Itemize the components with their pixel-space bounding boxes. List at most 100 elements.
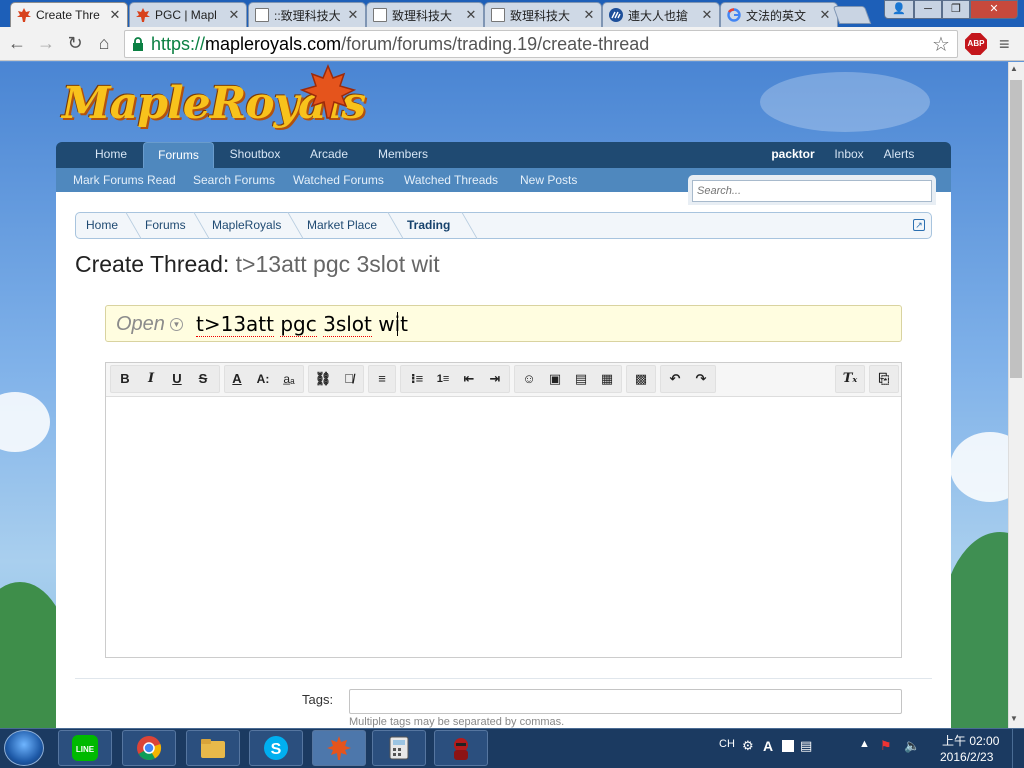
nav-alerts[interactable]: Alerts [876,142,922,168]
back-arrow-icon[interactable]: ← [6,32,28,54]
svg-text:LINE: LINE [76,745,95,754]
bullet-list-icon[interactable]: ⁝≡ [406,369,428,389]
home-icon[interactable]: ⌂ [93,32,115,54]
restore-button[interactable]: ❐ [942,0,970,19]
media-icon[interactable]: ▤ [570,369,592,389]
close-icon[interactable]: ✕ [581,7,597,23]
prefix-dropdown[interactable]: Open [116,313,165,336]
nav-members[interactable]: Members [370,142,436,168]
tab-pgc[interactable]: PGC | Mapl ✕ [129,2,247,27]
clock-date[interactable]: 2016/2/23 [940,750,993,764]
new-tab-button[interactable] [832,6,872,24]
close-icon[interactable]: ✕ [107,7,123,23]
font-icon[interactable]: A [763,738,773,754]
strikethrough-icon[interactable]: S [192,369,214,389]
mark-forums-read-link[interactable]: Mark Forums Read [73,173,176,187]
close-icon[interactable]: ✕ [226,7,242,23]
forward-arrow-icon[interactable]: → [35,32,57,54]
close-icon[interactable]: ✕ [345,7,361,23]
google-icon [727,8,741,22]
bookmark-star-icon[interactable]: ☆ [932,32,950,57]
underline-icon[interactable]: U [166,369,188,389]
redo-icon[interactable]: ↷ [690,369,712,389]
nav-username[interactable]: packtor [764,142,822,168]
tab-chihlee-3[interactable]: 致理科技大 ✕ [484,2,602,27]
undo-icon[interactable]: ↶ [664,369,686,389]
nav-inbox[interactable]: Inbox [828,142,870,168]
watched-threads-link[interactable]: Watched Threads [404,173,498,187]
clock-time[interactable]: 上午 02:00 [942,732,999,749]
address-bar[interactable]: https://mapleroyals.com/forum/forums/tra… [124,30,958,58]
font-size-icon[interactable]: A: [252,369,274,389]
italic-icon[interactable]: I [140,369,162,389]
tags-input[interactable] [349,689,902,714]
tab-blog[interactable]: 連大人也搶 ✕ [602,2,720,27]
scroll-up-arrow-icon[interactable]: ▲ [1010,64,1018,73]
tab-chihlee-1[interactable]: ::致理科技大 ✕ [248,2,366,27]
user-profile-icon[interactable]: 👤 [884,0,914,19]
tab-google[interactable]: 文法的英文 ✕ [720,2,838,27]
new-posts-link[interactable]: New Posts [520,173,577,187]
jump-to-icon[interactable]: ↗ [913,219,925,231]
pad-icon[interactable]: ▤ [800,738,812,754]
watched-forums-link[interactable]: Watched Forums [293,173,384,187]
start-button[interactable] [4,730,44,766]
document-icon [373,8,387,22]
close-icon[interactable]: ✕ [699,7,715,23]
thread-title-value[interactable]: t>13att pgc 3slot wit [196,312,408,337]
smilies-icon[interactable]: ☺ [518,369,540,389]
cloud-decoration [950,432,1008,502]
nav-shoutbox[interactable]: Shoutbox [222,142,288,168]
remove-format-icon[interactable]: Tₓ [839,369,861,389]
font-color-icon[interactable]: A [226,369,248,389]
tab-chihlee-2[interactable]: 致理科技大 ✕ [366,2,484,27]
save-draft-icon[interactable]: ▩ [630,369,652,389]
nav-home[interactable]: Home [85,142,137,168]
bold-icon[interactable]: B [114,369,136,389]
close-icon[interactable]: ✕ [817,7,833,23]
font-family-icon[interactable]: a̲ₐ [278,369,300,389]
fullwidth-icon[interactable] [782,740,794,752]
align-icon[interactable]: ≡ [371,369,393,389]
lock-icon[interactable] [132,37,144,51]
breadcrumb-forums[interactable]: Forums [145,218,186,232]
close-window-button[interactable]: ✕ [970,0,1018,19]
search-input[interactable] [692,180,932,202]
title-word: pgc [280,312,317,337]
tray-expand-icon[interactable]: ▲ [859,738,870,750]
breadcrumb-market-place[interactable]: Market Place [307,218,377,232]
quote-icon[interactable]: ▦ [596,369,618,389]
ime-mode-icon[interactable]: ⚙ [742,738,754,754]
ime-indicator[interactable]: CH [719,738,735,750]
reload-icon[interactable]: ↻ [64,32,86,54]
editor-body[interactable] [106,398,901,657]
tab-label: PGC | Mapl [155,8,217,22]
tab-label: 致理科技大 [510,8,571,23]
nav-arcade[interactable]: Arcade [300,142,358,168]
unlink-icon[interactable]: ⛓̸ [338,369,360,389]
nav-forums[interactable]: Forums [143,142,214,170]
breadcrumb-home[interactable]: Home [86,218,118,232]
link-icon[interactable]: ⛓ [312,369,334,389]
maple-leaf-icon [136,8,150,22]
scrollbar-thumb[interactable] [1010,80,1022,378]
search-forums-link[interactable]: Search Forums [193,173,275,187]
close-icon[interactable]: ✕ [463,7,479,23]
scroll-down-arrow-icon[interactable]: ▼ [1010,714,1018,723]
menu-icon[interactable]: ≡ [999,34,1010,55]
toggle-source-icon[interactable]: ⎘ [873,369,895,389]
image-icon[interactable]: ▣ [544,369,566,389]
breadcrumb-trading[interactable]: Trading [407,218,450,232]
line-icon: LINE [72,735,98,761]
tab-create-thread[interactable]: Create Thre ✕ [10,2,128,27]
indent-icon[interactable]: ⇥ [484,369,506,389]
volume-icon[interactable]: 🔈 [904,738,920,754]
page-title-thread: t>13att pgc 3slot wit [235,251,440,277]
minimize-button[interactable]: ─ [914,0,942,19]
chevron-down-icon[interactable]: ▼ [170,318,183,331]
action-center-flag-icon[interactable]: ⚑ [880,738,892,754]
outdent-icon[interactable]: ⇤ [458,369,480,389]
numbered-list-icon[interactable]: 1≡ [432,369,454,389]
show-desktop-button[interactable] [1012,728,1024,768]
breadcrumb-mapleroyals[interactable]: MapleRoyals [212,218,281,232]
